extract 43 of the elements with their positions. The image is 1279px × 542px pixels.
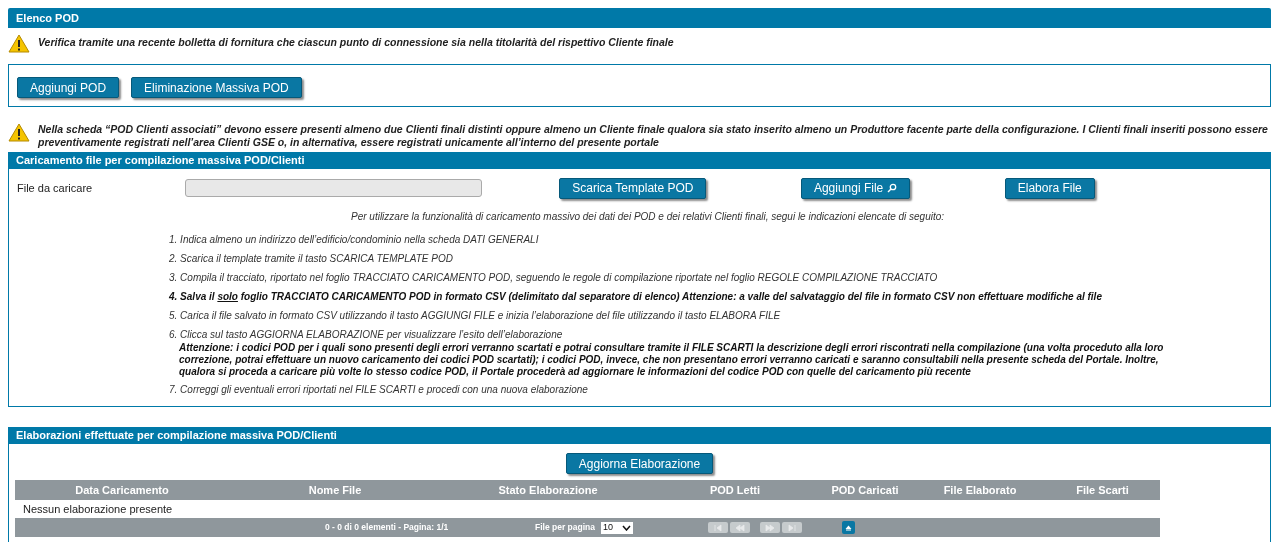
column-header: File Elaborato — [942, 482, 1018, 498]
instruction-step: 6. Clicca sul tasto AGGIORNA ELABORAZIONE per visualizzare l’esito dell’elaborazione — [169, 327, 1262, 342]
file-field[interactable] — [185, 179, 482, 197]
instruction-step: 7. Correggi gli eventuali errori riportati nel FILE SCARTI e procedi con una nuova elaborazione — [169, 382, 1262, 397]
section-header: Elaborazioni effettuate per compilazione massiva POD/Clienti — [8, 427, 1271, 444]
search-icon — [887, 183, 898, 193]
next-page-icon — [765, 522, 775, 533]
section-header: Caricamento file per compilazione massiva POD/Clienti — [8, 152, 1271, 169]
page-size-select[interactable]: 10 — [601, 521, 633, 534]
column-header: POD Letti — [708, 482, 762, 498]
warning-icon — [8, 33, 30, 53]
last-page-icon — [787, 522, 797, 533]
instruction-step: 3. Compila il tracciato, riportato nel foglio TRACCIATO CARICAMENTO POD, seguendo le regole di compilazione riportate nel foglio REGOLE COMPILAZIONE TRACCIATO — [169, 270, 1262, 285]
instruction-step: 5. Carica il file salvato in formato CSV utilizzando il tasto AGGIUNGI FILE e inizia l’elaborazione del file utilizzando il tasto ELABORA FILE — [169, 308, 1262, 323]
column-header: File Scarti — [1075, 482, 1130, 498]
column-header: Nome File — [307, 482, 363, 498]
warning-note: Attenzione: i codici POD per i quali sono presenti degli errori verranno scartati e potrai consultare tramite il FILE SCARTI la descrizione degli errori riscontrati nella compilazione (una volta proceduto alla loro correzione, potrai effettuare un nuovo caricamento dei codici POD scartati); i codici POD, invece, che non presentano errori verranno caricati e saranno consultabili nella presente scheda del Portale. Inoltre, qualora si proceda a caricare più volte lo stesso codice POD, il Portale procederà ad aggiornare le informazioni del codice POD con quelle del caricamento più recente — [179, 342, 1165, 378]
previous-page-icon — [735, 522, 745, 533]
instruction-step: 2. Scarica il template tramite il tasto SCARICA TEMPLATE POD — [169, 251, 1262, 266]
column-header: Data Caricamento — [74, 482, 170, 498]
add-file-button[interactable]: Aggiungi File — [800, 177, 911, 199]
scroll-top-button[interactable] — [842, 521, 855, 534]
page-size-label: File per pagina — [535, 521, 595, 534]
chevron-down-icon — [622, 524, 631, 531]
action-button[interactable]: Aggiungi POD — [17, 77, 120, 98]
column-header: Stato Elaborazione — [497, 482, 599, 498]
instruction-step: 4. Salva il solo foglio TRACCIATO CARICAMENTO POD in formato CSV (delimitato dal separatore di elenco) Attenzione: a valle del salvataggio del file in formato CSV non effettuare modifiche al file — [169, 289, 1262, 304]
pager-summary: 0 - 0 di 0 elementi - Pagina: 1/1 — [325, 521, 450, 534]
section-header: Elenco POD — [8, 8, 1271, 28]
warning-text: Nella scheda “POD Clienti associati” devono essere presenti almeno due Clienti finali distinti oppure almeno un Cliente finale qualora sia stato inserito almeno un Produttore facente parte della configurazione. I Clienti finali inseriti possono essere preventivamente registrati nell’area Clienti GSE o, in alternativa, essere registrati unicamente all’interno del presente portale — [38, 123, 1269, 149]
warning-text: Verifica tramite una recente bolletta di fornitura che ciascun punto di connessione sia nella titolarità del rispettivo Cliente finale — [38, 35, 674, 51]
first-page-icon — [713, 522, 723, 533]
instruction-step: 1. Indica almeno un indirizzo dell’edificio/condominio nella scheda DATI GENERALI — [169, 232, 1262, 247]
action-button[interactable]: Eliminazione Massiva POD — [131, 77, 302, 98]
field-label: File da caricare — [17, 180, 94, 196]
action-button[interactable]: Scarica Template POD — [559, 177, 707, 199]
up-icon — [845, 524, 852, 531]
action-button[interactable]: Elabora File — [1004, 177, 1095, 199]
column-header: POD Caricati — [830, 482, 900, 498]
empty-message: Nessun elaborazione presente — [23, 501, 173, 517]
intro-text: Per utilizzare la funzionalità di caricamento massivo dei dati dei POD e dei relativi Clienti finali, segui le indicazioni elencate di seguito: — [351, 210, 946, 224]
warning-icon — [8, 123, 30, 142]
action-button[interactable]: Aggiorna Elaborazione — [565, 453, 714, 474]
